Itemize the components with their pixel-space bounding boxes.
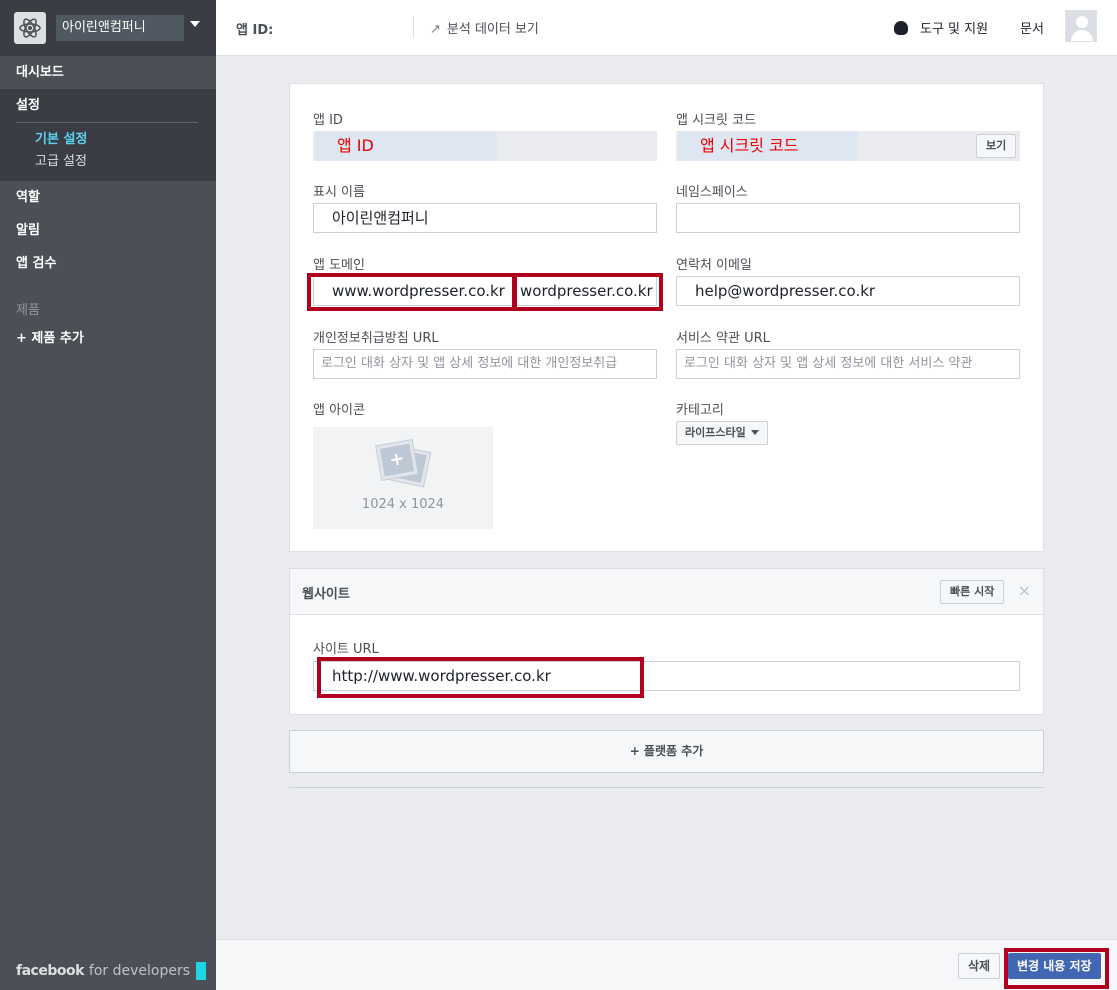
website-header: 웹사이트 빠른 시작 ×	[290, 569, 1043, 615]
namespace-input[interactable]	[676, 203, 1020, 233]
caret-down-icon	[750, 430, 759, 435]
photo-upload-icon: +	[376, 440, 431, 487]
category-select[interactable]: 라이프스타일	[676, 421, 768, 445]
nav-settings-group: 설정 기본 설정 고급 설정	[0, 89, 216, 181]
app-switcher[interactable]: 아이린앤컴퍼니	[0, 0, 216, 56]
site-url-label: 사이트 URL	[313, 642, 379, 657]
tools-support-link[interactable]: 도구 및 지원	[894, 18, 988, 37]
avatar-body	[1071, 30, 1093, 41]
highlight-box	[317, 657, 644, 698]
photo-front: +	[376, 440, 418, 480]
highlight-box	[1004, 948, 1109, 989]
divider	[413, 16, 414, 38]
analytics-link[interactable]: ↗ 분석 데이터 보기	[430, 18, 539, 37]
privacy-url-input[interactable]: 로그인 대화 상자 및 앱 상세 정보에 대한 개인정보취급	[313, 349, 657, 379]
privacy-url-label: 개인정보취급방침 URL	[313, 331, 439, 346]
website-title: 웹사이트	[302, 587, 350, 602]
highlight-box	[307, 273, 516, 311]
delete-button[interactable]: 삭제	[958, 953, 1001, 979]
docs-link[interactable]: 문서	[1020, 18, 1044, 37]
app-id-label: 앱 ID	[313, 113, 343, 128]
app-name: 아이린앤컴퍼니	[56, 15, 184, 41]
tools-label: 도구 및 지원	[920, 22, 989, 37]
tos-url-label: 서비스 약관 URL	[676, 331, 770, 346]
basic-settings-panel: 앱 ID 앱 ID 앱 시크릿 코드 앱 시크릿 코드 보기 표시 이름 아이린…	[289, 83, 1044, 552]
nav-app-review[interactable]: 앱 검수	[0, 247, 216, 280]
quick-start-button[interactable]: 빠른 시작	[940, 580, 1005, 604]
react-atom-icon	[14, 12, 46, 44]
nav-basic-settings[interactable]: 기본 설정	[0, 129, 216, 151]
sidebar: 아이린앤컴퍼니 대시보드 설정 기본 설정 고급 설정 역할 알림 앱 검수 제…	[0, 0, 216, 990]
app-icon-upload[interactable]: + 1024 x 1024	[313, 427, 493, 529]
trend-arrow-icon: ↗	[430, 22, 441, 37]
app-icon-label: 앱 아이콘	[313, 403, 365, 418]
app-secret-value: 앱 시크릿 코드	[678, 131, 858, 161]
contact-email-label: 연락처 이메일	[676, 258, 752, 273]
category-label: 카테고리	[676, 403, 724, 418]
avatar[interactable]	[1065, 10, 1097, 42]
nav-advanced-settings[interactable]: 고급 설정	[0, 151, 216, 173]
tos-url-input[interactable]: 로그인 대화 상자 및 앱 상세 정보에 대한 서비스 약관	[676, 349, 1020, 379]
contact-email-input[interactable]: help@wordpresser.co.kr	[676, 276, 1020, 306]
display-name-input[interactable]: 아이린앤컴퍼니	[313, 203, 657, 233]
close-icon[interactable]: ×	[1018, 581, 1031, 600]
app-icon-size: 1024 x 1024	[361, 497, 445, 512]
app-domain-label: 앱 도메인	[313, 258, 365, 273]
namespace-label: 네임스페이스	[676, 185, 748, 200]
analytics-label: 분석 데이터 보기	[446, 22, 539, 37]
nav-settings[interactable]: 설정	[0, 89, 216, 122]
nav-dashboard[interactable]: 대시보드	[0, 56, 216, 89]
divider	[289, 787, 1044, 788]
top-bar: 앱 ID: ↗ 분석 데이터 보기 도구 및 지원 문서	[216, 0, 1117, 56]
bug-icon	[894, 21, 908, 35]
highlight-box	[513, 273, 663, 311]
category-value: 라이프스타일	[685, 426, 746, 439]
show-secret-button[interactable]: 보기	[976, 134, 1017, 158]
website-panel: 웹사이트 빠른 시작 × 사이트 URL http://www.wordpres…	[289, 568, 1044, 715]
facebook-developers-logo[interactable]: facebook for developers	[16, 962, 207, 980]
app-secret-label: 앱 시크릿 코드	[676, 113, 757, 128]
brand-strong: facebook	[16, 963, 84, 979]
brand-bar-icon	[196, 962, 207, 980]
footer-bar: 삭제 변경 내용 저장	[216, 939, 1117, 990]
app-id-value: 앱 ID	[315, 131, 497, 161]
display-name-label: 표시 이름	[313, 185, 365, 200]
nav-alerts[interactable]: 알림	[0, 214, 216, 247]
nav-roles[interactable]: 역할	[0, 181, 216, 214]
avatar-head	[1076, 16, 1088, 28]
nav-add-product[interactable]: + 제품 추가	[0, 322, 216, 355]
caret-down-icon[interactable]	[190, 21, 200, 27]
add-platform-button[interactable]: + 플랫폼 추가	[289, 730, 1044, 773]
brand-light: for developers	[88, 963, 191, 979]
top-app-id-label: 앱 ID:	[236, 23, 274, 38]
